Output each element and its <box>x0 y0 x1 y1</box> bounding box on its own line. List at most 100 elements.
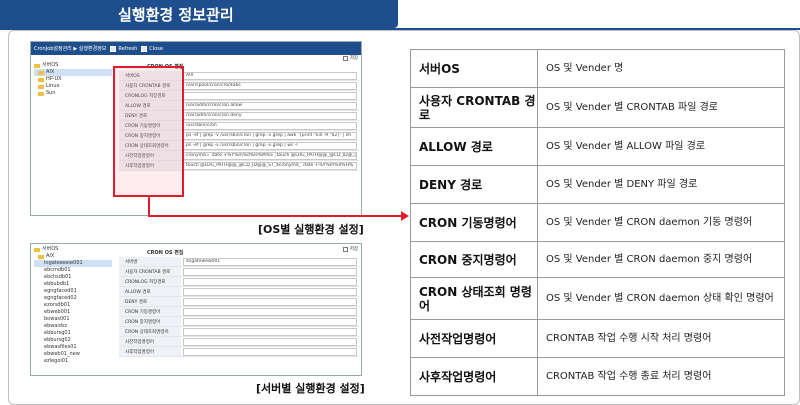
tree-item[interactable]: ezorsdb01 <box>34 302 112 309</box>
table-value: OS 및 Vender 별 ALLOW 파일 경로 <box>537 127 785 166</box>
field-input[interactable]: cronymd=`date +%Y%m%d%H%M%S`;touch @LOG_… <box>183 151 357 160</box>
form-row: 사전작업명령어 <box>119 337 359 347</box>
tree-item[interactable]: ebweb01_new <box>34 351 112 358</box>
close-icon <box>141 45 148 52</box>
table-key: CRON 기동명령어 <box>410 203 538 242</box>
tree-item[interactable]: bowas001 <box>34 316 112 323</box>
tree-item[interactable]: 서버OS <box>34 62 112 69</box>
tree-item[interactable]: AIX <box>34 253 112 260</box>
table-value: OS 및 Vender 별 DENY 파일 경로 <box>537 165 785 204</box>
form-row: CRON 상태조회명령어 <box>119 327 359 337</box>
folder-icon <box>34 63 40 68</box>
field-input[interactable] <box>183 91 357 100</box>
folder-icon <box>38 91 44 96</box>
table-row: DENY 경로 OS 및 Vender 별 DENY 파일 경로 <box>410 165 785 204</box>
field-input[interactable] <box>183 277 357 286</box>
field-description-table: 서버OS OS 및 Vender 명 사용자 CRONTAB 경로 OS 및 Ven… <box>410 49 785 396</box>
field-input[interactable] <box>183 327 357 336</box>
form-row: CRON 중지명령어 <box>119 317 359 327</box>
field-input[interactable] <box>183 307 357 316</box>
table-row: 사전작업명령어 CRONTAB 작업 수행 시작 처리 명령어 <box>410 319 785 358</box>
field-input[interactable]: ps -ef | grep -v /usr/sbin/cron | grep -… <box>183 131 357 140</box>
table-key: DENY 경로 <box>410 165 538 204</box>
callout-arrow <box>148 197 150 216</box>
highlight-box <box>113 66 184 197</box>
page-title: 실행환경 정보관리 <box>118 6 234 24</box>
os-settings-caption: [OS별 실행환경 설정] <box>258 223 364 236</box>
table-key: 사후작업명령어 <box>410 357 538 396</box>
field-input[interactable] <box>183 347 357 356</box>
folder-icon <box>38 70 44 75</box>
folder-icon <box>38 77 44 82</box>
field-input[interactable]: /var/spool/cron/crontabs <box>183 81 357 90</box>
field-input[interactable] <box>183 287 357 296</box>
server-settings-caption: [서버별 실행환경 설정] <box>256 382 365 395</box>
tree-item[interactable]: 서버OS <box>34 246 112 253</box>
field-input[interactable]: /usr/sbin/cron <box>183 121 357 130</box>
tree-item[interactable]: AIX <box>34 69 112 76</box>
table-row: CRON 기동명령어 OS 및 Vender 별 CRON daemon 기동 명… <box>410 203 785 242</box>
page-title-tab: 실행환경 정보관리 <box>0 0 398 28</box>
table-key: CRON 중지명령어 <box>410 241 538 278</box>
tree-item[interactable]: Linux <box>34 83 112 90</box>
form-row: 사후작업명령어 <box>119 347 359 357</box>
tree-item[interactable]: ezlegoi01 <box>34 358 112 365</box>
server-tree: 서버OS AIX tsgateeeew001 ebcmdb01 ebchsdb0… <box>34 246 112 365</box>
tree-item[interactable]: ebbubdb1 <box>34 281 112 288</box>
refresh-icon <box>110 45 117 52</box>
arrow-head-icon <box>401 211 409 221</box>
form-row: 사용자 CRONTAB 경로 <box>119 267 359 277</box>
table-key: ALLOW 경로 <box>410 127 538 166</box>
table-value: CRONTAB 작업 수행 시작 처리 명령어 <box>537 319 785 358</box>
form-row: ALLOW 경로 <box>119 287 359 297</box>
form-title: CRON OS 편집 <box>147 250 184 256</box>
form-row: 서버명 itsgatewew001 <box>119 257 359 267</box>
tree-item[interactable]: ebweb001 <box>34 309 112 316</box>
field-input[interactable]: touch @LOG_PATH@@_@CD_ID@@_ST_$cronymd_`… <box>183 161 357 170</box>
table-key: 서버OS <box>410 49 538 88</box>
save-checkbox[interactable]: 저장 <box>342 55 358 61</box>
field-input[interactable]: AIX <box>183 71 357 80</box>
toolbar: CronJob설정관리 ▶ 실행환경정보 Refresh Close <box>31 42 361 55</box>
checkbox-icon <box>342 55 348 61</box>
tree-item[interactable]: egngfaced01 <box>34 288 112 295</box>
os-tree: 서버OS AIX HP-UX Linux Sun <box>34 62 112 97</box>
table-row: ALLOW 경로 OS 및 Vender 별 ALLOW 파일 경로 <box>410 127 785 166</box>
field-input[interactable]: /var/adm/cron/cron.deny <box>183 111 357 120</box>
field-input[interactable]: ps -ef | grep -v /usr/sbin/cron | grep -… <box>183 141 357 150</box>
table-value: OS 및 Vender 별 CRONTAB 파일 경로 <box>537 87 785 128</box>
form-row: CRONLOG 저장경로 <box>119 277 359 287</box>
tree-item[interactable]: HP-UX <box>34 76 112 83</box>
field-input[interactable] <box>183 297 357 306</box>
tree-item[interactable]: ebbursg02 <box>34 337 112 344</box>
os-settings-screenshot: CronJob설정관리 ▶ 실행환경정보 Refresh Close 저장 서버… <box>30 41 362 216</box>
breadcrumb: CronJob설정관리 ▶ 실행환경정보 <box>34 46 107 52</box>
table-key: CRON 상태조회 명령어 <box>410 277 538 320</box>
form-row: DENY 경로 <box>119 297 359 307</box>
folder-icon <box>38 84 44 89</box>
table-value: CRONTAB 작업 수행 종료 처리 명령어 <box>537 357 785 396</box>
form-row: CRON 기동명령어 <box>119 307 359 317</box>
tree-item[interactable]: ebchsdb01 <box>34 274 112 281</box>
folder-icon <box>38 254 44 259</box>
tree-item[interactable]: ebbursg01 <box>34 330 112 337</box>
tree-item[interactable]: tsgateeeew001 <box>34 260 112 267</box>
field-input[interactable]: /var/adm/cron/cron.allow <box>183 101 357 110</box>
tree-item[interactable]: ebwaidsc <box>34 323 112 330</box>
tree-item[interactable]: Sun <box>34 90 112 97</box>
table-value: OS 및 Vender 명 <box>537 49 785 88</box>
field-input[interactable] <box>183 337 357 346</box>
tree-item[interactable]: ebwasfiles01 <box>34 344 112 351</box>
tree-item[interactable]: ebcmdb01 <box>34 267 112 274</box>
table-row: CRON 중지명령어 OS 및 Vender 별 CRON daemon 중지 명… <box>410 241 785 278</box>
table-row: CRON 상태조회 명령어 OS 및 Vender 별 CRON daemon 상… <box>410 277 785 320</box>
folder-icon <box>34 247 40 252</box>
table-value: OS 및 Vender 별 CRON daemon 상태 확인 명령어 <box>537 277 785 320</box>
tree-item[interactable]: egngfaced02 <box>34 295 112 302</box>
field-input[interactable] <box>183 317 357 326</box>
close-button[interactable]: Close <box>141 45 163 52</box>
callout-arrow <box>148 215 403 217</box>
field-input[interactable] <box>183 267 357 276</box>
field-input[interactable]: itsgatewew001 <box>183 257 357 266</box>
refresh-button[interactable]: Refresh <box>110 45 137 52</box>
